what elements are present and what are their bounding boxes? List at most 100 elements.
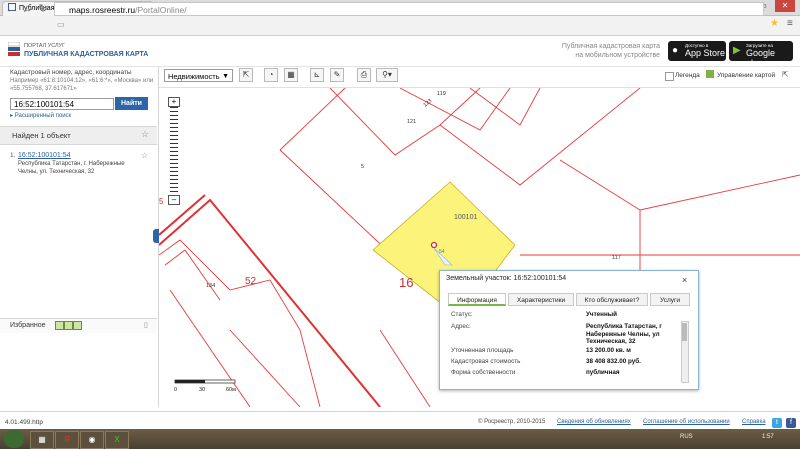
legend-checkbox[interactable] bbox=[665, 72, 674, 81]
tray-clock[interactable]: 1:57 bbox=[762, 434, 774, 440]
map-management-label[interactable]: Управление картой bbox=[717, 72, 775, 79]
search-hint-example: Например «61:8:10104:12», «61:6:*», «Мос… bbox=[10, 78, 154, 92]
facebook-icon[interactable]: f bbox=[786, 418, 796, 428]
zoom-slider[interactable] bbox=[170, 107, 178, 195]
url-path: /PortalOnline/ bbox=[135, 5, 187, 15]
search-hint-title: Кадастровый номер, адрес, координаты bbox=[10, 69, 132, 76]
results-count: Найден 1 объект bbox=[12, 131, 71, 140]
zoom-in-button[interactable]: + bbox=[168, 97, 180, 107]
address-bar-row bbox=[0, 16, 800, 36]
edit-tool-icon[interactable]: ✎ bbox=[330, 68, 344, 82]
favorites-delete-icon[interactable]: ▯ bbox=[144, 321, 148, 329]
close-window-icon[interactable]: ✕ bbox=[775, 0, 795, 12]
parcel-boundary bbox=[279, 88, 346, 151]
footer-link-agreement[interactable]: Соглашение об использовании bbox=[643, 419, 730, 425]
print-icon[interactable]: ⎙ bbox=[357, 68, 371, 82]
select-tool-icon[interactable]: ⇱ bbox=[239, 68, 253, 82]
mobile-promo: Публичная кадастровая карта на мобильном… bbox=[530, 42, 660, 60]
map-management-icon[interactable] bbox=[706, 70, 714, 78]
explorer-icon[interactable]: ▦ bbox=[30, 431, 54, 449]
chrome-icon[interactable]: ◉ bbox=[80, 431, 104, 449]
find-button[interactable]: Найти bbox=[115, 97, 148, 110]
parcel-boundary bbox=[399, 88, 511, 131]
tab-characteristics[interactable]: Характеристики bbox=[508, 293, 574, 306]
popup-row-value: Республика Татарстан, г Набережные Челны… bbox=[586, 323, 662, 345]
extended-search-label: Расширенный поиск bbox=[14, 113, 72, 119]
favorites-add-icon[interactable] bbox=[55, 321, 64, 330]
footer-link-updates[interactable]: Сведения об обновлениях bbox=[557, 419, 631, 425]
googleplay-big: Google play bbox=[746, 48, 776, 68]
result-number: 1. bbox=[10, 152, 16, 159]
map-label: 119 bbox=[437, 91, 446, 97]
popup-row-label: Кадастровая стоимость bbox=[451, 358, 521, 365]
search-input[interactable] bbox=[10, 98, 114, 110]
googleplay-badge[interactable]: ▶ Загрузите на Google play bbox=[729, 41, 793, 68]
scale-label: 30 bbox=[199, 387, 205, 393]
popup-row-value: 38 408 832.00 руб. bbox=[586, 358, 641, 365]
favorite-star-icon[interactable]: ☆ bbox=[141, 129, 149, 140]
search-hint: Кадастровый номер, адрес, координаты Нап… bbox=[10, 69, 155, 93]
version-label: 4.01.499.http bbox=[5, 419, 43, 426]
close-icon[interactable]: × bbox=[682, 275, 687, 285]
forward-icon[interactable]: → bbox=[20, 3, 34, 15]
tray-lang[interactable]: RUS bbox=[680, 434, 693, 440]
url-host: maps.rosreestr.ru bbox=[69, 5, 136, 15]
site-title[interactable]: ПУБЛИЧНАЯ КАДАСТРОВАЯ КАРТА bbox=[24, 51, 148, 58]
layers-tool-icon[interactable]: ▦ bbox=[284, 68, 298, 82]
parcel-boundary bbox=[439, 88, 641, 186]
back-icon[interactable]: ← bbox=[4, 3, 18, 15]
result-cadastral-link[interactable]: 16:52:100101:54 bbox=[18, 152, 71, 159]
extended-search-link[interactable]: ▸ Расширенный поиск bbox=[10, 112, 71, 119]
bookmark-star-icon[interactable]: ★ bbox=[770, 18, 779, 29]
yandex-icon[interactable]: Я bbox=[55, 431, 79, 449]
googleplay-icon: ▶ bbox=[733, 45, 741, 56]
reload-icon[interactable]: ↻ bbox=[36, 3, 50, 15]
tab-services[interactable]: Услуги bbox=[650, 293, 690, 306]
parcel-boundary bbox=[164, 249, 221, 301]
map-label: 121 bbox=[407, 119, 416, 125]
identify-tool-icon[interactable]: ◔ bbox=[264, 68, 278, 82]
footer-link-help[interactable]: Справка bbox=[742, 419, 766, 425]
measure-tool-icon[interactable]: ⊾ bbox=[310, 68, 324, 82]
url-field[interactable]: maps.rosreestr.ru/PortalOnline/ bbox=[54, 2, 764, 16]
map-label: 52 bbox=[245, 276, 257, 287]
map-label: 5 bbox=[159, 197, 164, 206]
zoom-out-button[interactable]: – bbox=[168, 195, 180, 205]
zoom-control: + – bbox=[168, 97, 180, 205]
favorites-label: Избранное bbox=[10, 322, 46, 329]
popup-scrollbar-thumb[interactable] bbox=[682, 323, 687, 341]
excel-icon[interactable]: X bbox=[105, 431, 129, 449]
map-label: 5 bbox=[361, 164, 364, 170]
browser-menu-icon[interactable]: ≡ bbox=[787, 18, 793, 29]
twitter-icon[interactable]: t bbox=[772, 418, 782, 428]
favorites-export-icon[interactable] bbox=[73, 321, 82, 330]
collapse-toolbar-icon[interactable]: ⇱ bbox=[782, 70, 789, 79]
parcel-boundary bbox=[229, 329, 301, 407]
popup-row-value: Учтенный bbox=[586, 311, 618, 318]
result-star-icon[interactable]: ☆ bbox=[141, 151, 148, 160]
map-label: 134 bbox=[206, 283, 215, 289]
legend-label[interactable]: Легенда bbox=[675, 72, 700, 79]
parcel-boundary bbox=[329, 88, 481, 156]
block-boundary bbox=[159, 194, 206, 236]
mobile-promo-line1: Публичная кадастровая карта bbox=[561, 43, 660, 50]
map-toolbar bbox=[159, 67, 800, 88]
result-address: Республика Татарстан, г. Набережные Челн… bbox=[18, 161, 125, 175]
chevron-down-icon: ▼ bbox=[222, 73, 229, 80]
popup-row-label: Уточненная площадь bbox=[451, 347, 514, 354]
apple-icon: ● bbox=[672, 45, 679, 56]
tab-information[interactable]: Информация bbox=[448, 293, 506, 306]
page-icon: ▭ bbox=[57, 20, 65, 29]
popup-title: Земельный участок: 16:52:100101:54 bbox=[446, 275, 567, 282]
popup-row-label: Статус: bbox=[451, 311, 473, 318]
tab-who-serves[interactable]: Кто обслуживает? bbox=[576, 293, 648, 306]
rosreestr-logo-icon[interactable] bbox=[8, 42, 20, 56]
mobile-promo-line2: на мобильном устройстве bbox=[575, 52, 660, 59]
link-tool-icon[interactable]: ⚲▾ bbox=[376, 68, 398, 82]
favorites-edit-icon[interactable] bbox=[64, 321, 73, 330]
start-button[interactable] bbox=[4, 430, 24, 448]
appstore-badge[interactable]: ● Доступно в App Store bbox=[668, 41, 726, 61]
layer-select[interactable]: Недвижимость ▼ bbox=[164, 69, 233, 82]
map-label: 123 bbox=[422, 98, 433, 109]
parcel-boundary bbox=[379, 329, 431, 407]
